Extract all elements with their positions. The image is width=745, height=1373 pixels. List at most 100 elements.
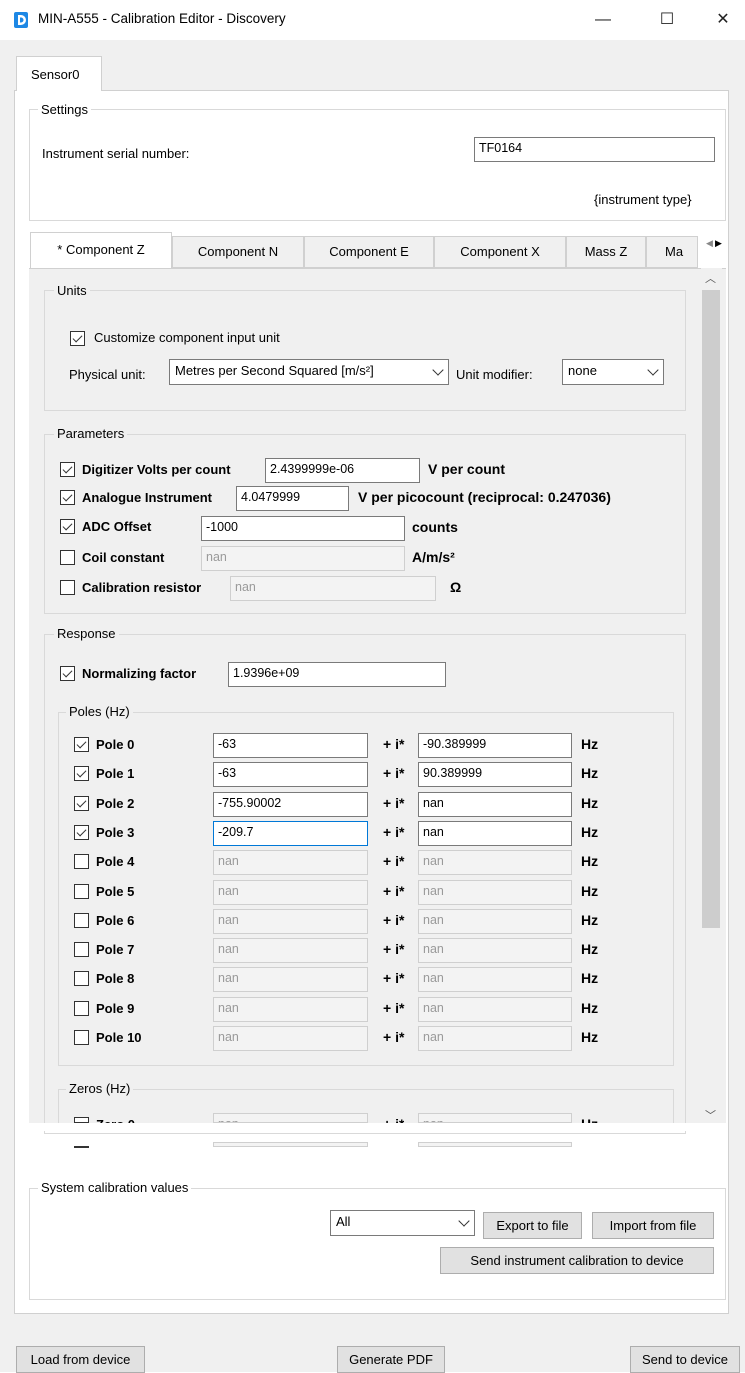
import-from-file-button[interactable]: Import from file xyxy=(592,1212,714,1239)
imaginary-part-input[interactable]: nan xyxy=(418,967,572,993)
scroll-down-icon[interactable]: ﹀ xyxy=(705,1107,716,1123)
row-checkbox[interactable] xyxy=(74,766,89,782)
tab-label: Component E xyxy=(329,244,409,259)
row-checkbox[interactable] xyxy=(74,854,89,870)
row-checkbox[interactable] xyxy=(74,1000,89,1016)
real-part-input[interactable]: nan xyxy=(213,1026,368,1051)
tab-ma[interactable]: Ma xyxy=(646,236,698,268)
imaginary-part-input[interactable]: nan xyxy=(418,908,572,934)
calibration-resistor-input[interactable]: nan xyxy=(230,576,436,601)
adc-offset-input[interactable]: -1000 xyxy=(201,516,405,541)
hz-unit-label: Hz xyxy=(581,736,599,752)
close-button[interactable]: ✕ xyxy=(700,6,745,34)
imaginary-sep-label: + i* xyxy=(383,970,405,987)
normalizing-checkbox[interactable] xyxy=(60,666,75,681)
export-to-file-button[interactable]: Export to file xyxy=(483,1212,582,1239)
calibration-resistor-checkbox[interactable] xyxy=(60,580,75,595)
row-checkbox[interactable] xyxy=(74,883,89,899)
panel-divider xyxy=(29,1123,726,1131)
imaginary-part-input[interactable]: nan xyxy=(418,938,572,964)
real-part-input[interactable]: nan xyxy=(213,938,368,964)
imaginary-part-input[interactable]: nan xyxy=(418,820,572,846)
row-checkbox[interactable] xyxy=(74,737,89,752)
send-calibration-button[interactable]: Send instrument calibration to device xyxy=(440,1247,714,1274)
imaginary-sep-label: + i* xyxy=(383,1116,404,1123)
unit-modifier-select[interactable]: none xyxy=(562,359,664,385)
window-title: MIN-A555 - Calibration Editor - Discover… xyxy=(38,11,286,26)
row-checkbox[interactable] xyxy=(74,942,89,958)
imaginary-sep-label: + i* xyxy=(383,853,405,870)
real-part-input[interactable]: nan xyxy=(213,879,368,905)
imaginary-sep-label: + i* xyxy=(383,911,405,928)
real-part-input[interactable]: -63 xyxy=(213,733,368,758)
real-part-input[interactable]: -209.7 xyxy=(213,820,368,846)
row-checkbox[interactable] xyxy=(74,1030,89,1045)
send-to-device-button[interactable]: Send to device xyxy=(630,1346,740,1373)
imaginary-part-input[interactable]: nan xyxy=(418,879,572,905)
row-label: Pole 9 xyxy=(96,1000,135,1016)
zeros-title: Zeros (Hz) xyxy=(66,1081,134,1097)
tab-mass-z[interactable]: Mass Z xyxy=(566,236,646,268)
hz-unit-label: Hz xyxy=(581,911,599,928)
scroll-up-icon[interactable]: ︿ xyxy=(705,270,716,286)
digitizer-checkbox[interactable] xyxy=(60,462,75,477)
physical-unit-select[interactable]: Metres per Second Squared [m/s²] xyxy=(169,359,449,385)
row-checkbox[interactable] xyxy=(74,824,89,840)
imaginary-part-input[interactable]: nan xyxy=(418,1113,572,1123)
tab-component-x[interactable]: Component X xyxy=(434,236,566,268)
tab-scroll-right-icon[interactable]: ▶ xyxy=(715,238,722,249)
real-part-input[interactable]: nan xyxy=(213,1113,368,1123)
maximize-button[interactable]: ☐ xyxy=(644,6,690,34)
real-part-input[interactable]: -63 xyxy=(213,762,368,788)
coil-constant-input[interactable]: nan xyxy=(201,546,405,571)
real-part-input[interactable]: -755.90002 xyxy=(213,791,368,817)
hz-unit-label: Hz xyxy=(581,970,599,987)
row-checkbox[interactable] xyxy=(74,795,89,811)
imaginary-part-input[interactable]: nan xyxy=(418,791,572,817)
tab-component-e[interactable]: Component E xyxy=(304,236,434,268)
analogue-input[interactable]: 4.0479999 xyxy=(236,486,349,511)
row-checkbox[interactable] xyxy=(74,1146,89,1149)
coil-constant-checkbox[interactable] xyxy=(60,550,75,565)
real-part-input[interactable]: nan xyxy=(213,850,368,876)
scrollbar-thumb[interactable] xyxy=(702,290,720,928)
customize-unit-checkbox[interactable] xyxy=(70,331,85,346)
adc-offset-checkbox[interactable] xyxy=(60,519,75,534)
hz-unit-label: Hz xyxy=(581,882,599,899)
row-checkbox[interactable] xyxy=(74,971,89,987)
row-label: Pole 0 xyxy=(96,737,135,752)
adc-offset-unit: counts xyxy=(412,519,458,535)
tab-scroll-left-icon[interactable]: ◀ xyxy=(706,238,713,249)
digitizer-input[interactable]: 2.4399999e-06 xyxy=(265,458,420,483)
normalizing-label: Normalizing factor xyxy=(82,666,197,681)
system-cal-select[interactable]: All xyxy=(330,1210,475,1236)
imaginary-sep-label: + i* xyxy=(383,794,405,811)
tab-label: Ma xyxy=(665,244,684,259)
real-part-input[interactable]: nan xyxy=(213,908,368,934)
physical-unit-value: Metres per Second Squared [m/s²] xyxy=(175,363,374,378)
serial-input[interactable]: TF0164 xyxy=(474,137,715,162)
system-cal-title: System calibration values xyxy=(38,1180,192,1196)
tab-component-n[interactable]: Component N xyxy=(172,236,304,268)
real-part-input[interactable]: nan xyxy=(213,967,368,993)
load-from-device-button[interactable]: Load from device xyxy=(16,1346,145,1373)
imaginary-part-input[interactable]: -90.389999 xyxy=(418,733,572,758)
imaginary-part-input[interactable]: nan xyxy=(418,1026,572,1051)
calibration-resistor-label: Calibration resistor xyxy=(82,580,202,595)
analogue-checkbox[interactable] xyxy=(60,490,75,505)
row-label: Pole 10 xyxy=(96,1030,142,1045)
real-part-input[interactable]: nan xyxy=(213,996,368,1022)
minimize-button[interactable]: — xyxy=(580,6,626,34)
tab-sensor0[interactable]: Sensor0 xyxy=(16,56,102,91)
imaginary-part-input[interactable]: 90.389999 xyxy=(418,762,572,788)
hz-unit-label: Hz xyxy=(581,1029,599,1045)
tab-component-z[interactable]: * Component Z xyxy=(30,232,172,268)
normalizing-input[interactable]: 1.9396e+09 xyxy=(228,662,446,687)
imaginary-part-input[interactable]: nan xyxy=(418,1142,572,1148)
row-checkbox[interactable] xyxy=(74,912,89,928)
imaginary-part-input[interactable]: nan xyxy=(418,996,572,1022)
real-part-input[interactable]: nan xyxy=(213,1142,368,1148)
imaginary-part-input[interactable]: nan xyxy=(418,850,572,876)
imaginary-sep-label: + i* xyxy=(383,765,405,782)
generate-pdf-button[interactable]: Generate PDF xyxy=(337,1346,445,1373)
